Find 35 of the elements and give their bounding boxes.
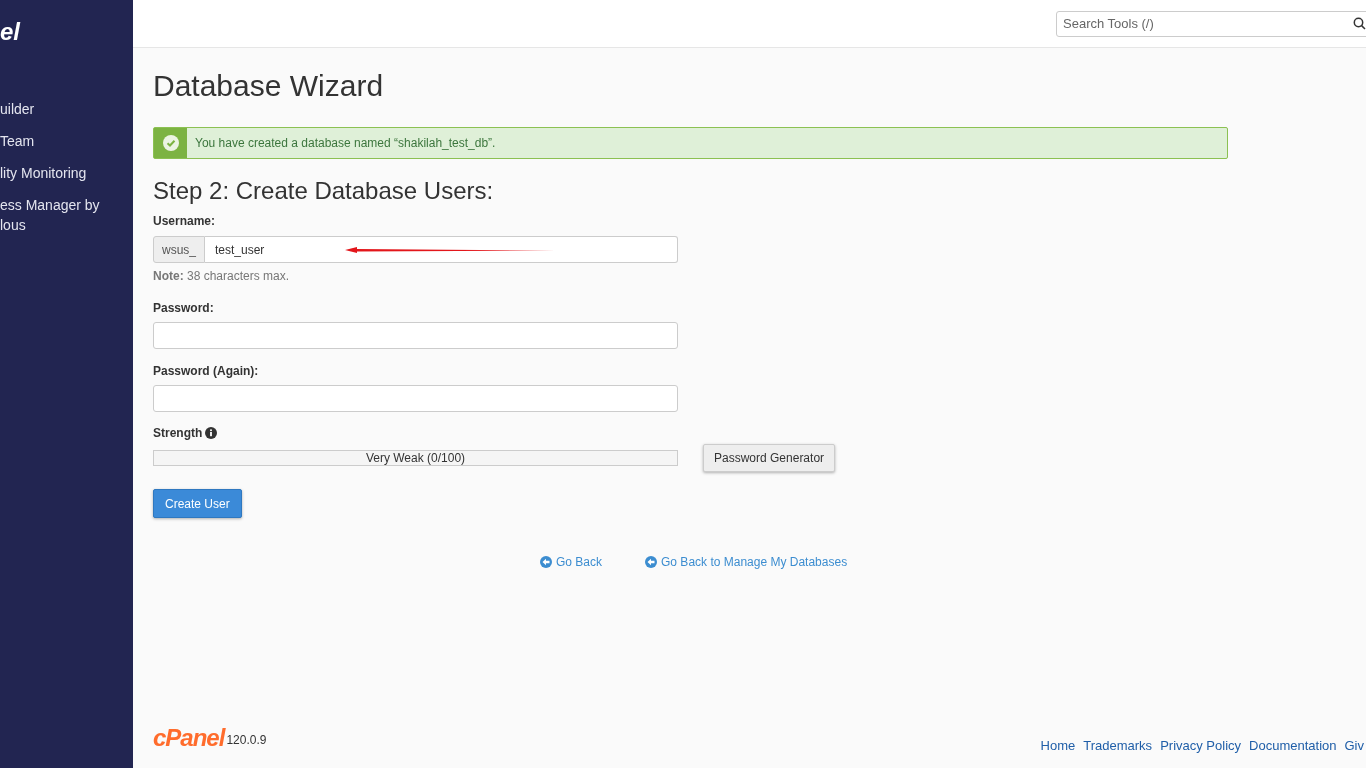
footer-link[interactable]: Privacy Policy: [1160, 735, 1242, 755]
alert-message: You have created a database named “shakilah_test_db”.: [194, 135, 496, 152]
password-field[interactable]: [153, 385, 678, 412]
sidebar-item[interactable]: lity Monitoring: [0, 163, 112, 183]
logo-fragment: el: [0, 20, 20, 44]
footer-link[interactable]: Trademarks: [1083, 735, 1153, 755]
password-generator-button[interactable]: Password Generator: [703, 444, 836, 472]
back-arrow-icon: [645, 556, 658, 568]
footer-logo: cPanel: [153, 726, 225, 750]
step-heading: Step 2: Create Database Users:: [153, 176, 495, 206]
username-prefix: wsus_: [153, 236, 205, 263]
password-field[interactable]: [153, 322, 678, 349]
field-label: Strength: [153, 425, 203, 442]
back-arrow-icon: [540, 556, 552, 568]
create-user-button[interactable]: Create User: [153, 489, 242, 518]
field-label: Password (Again):: [153, 363, 260, 380]
username-field[interactable]: test_user: [205, 236, 678, 263]
field-note: Note: 38 characters max.: [153, 268, 291, 285]
footer-link[interactable]: Documentation: [1249, 735, 1337, 755]
check-icon: [162, 135, 179, 151]
footer-link[interactable]: Giv: [1344, 735, 1364, 755]
field-label: Username:: [153, 213, 217, 230]
search-icon[interactable]: [1353, 16, 1366, 30]
strength-reading: Very Weak (0/100): [364, 451, 467, 465]
version-text: 120.0.9: [226, 732, 267, 749]
search-field[interactable]: Search Tools (/): [1056, 10, 1366, 37]
page-title: Database Wizard: [153, 68, 385, 104]
info-icon[interactable]: [205, 427, 218, 439]
field-label: Password:: [153, 300, 215, 317]
sidebar-item[interactable]: uilder: [0, 99, 112, 119]
sidebar-item[interactable]: Team: [0, 131, 112, 151]
footer-link[interactable]: Home: [1040, 735, 1076, 755]
back-link[interactable]: Go Back: [540, 553, 603, 571]
back-link[interactable]: Go Back to Manage My Databases: [645, 553, 848, 571]
sidebar-item[interactable]: ess Manager by lous: [0, 195, 112, 235]
